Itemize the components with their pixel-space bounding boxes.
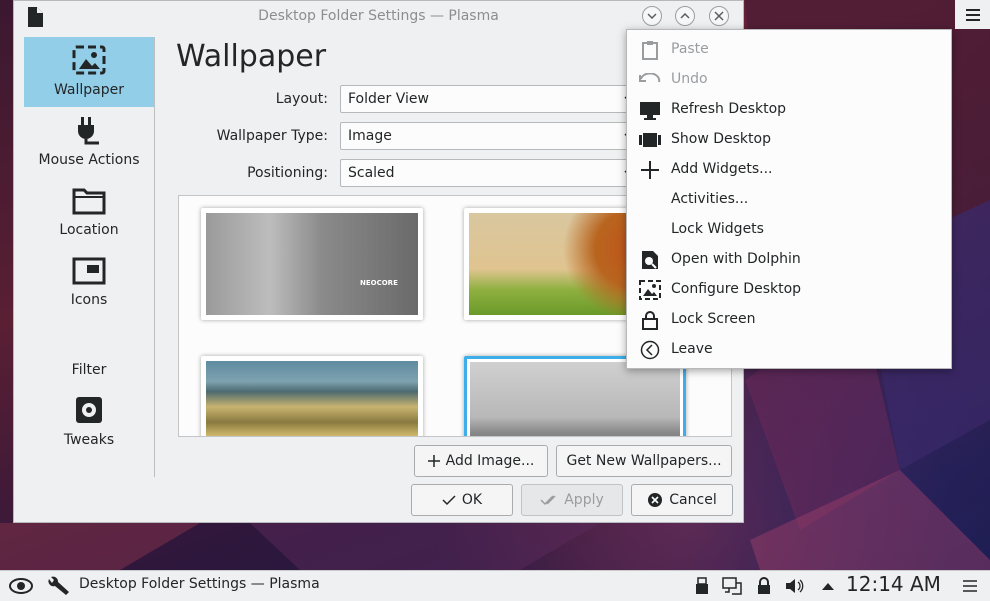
menu-item-label: Undo xyxy=(671,71,708,87)
menu-item-lock-screen[interactable]: Lock Screen xyxy=(627,305,951,335)
menu-item-open-with-dolphin[interactable]: Open with Dolphin xyxy=(627,245,951,275)
layout-select[interactable]: Folder View xyxy=(340,85,640,113)
select-value: Image xyxy=(348,128,392,144)
thumbnail-caption: NEOCORE xyxy=(360,279,398,287)
monitor-icon xyxy=(639,100,661,120)
menu-item-leave[interactable]: Leave xyxy=(627,335,951,365)
layout-label: Layout: xyxy=(275,91,328,107)
chevron-down-icon xyxy=(647,13,657,19)
dolphin-search-icon xyxy=(639,250,661,270)
menu-item-label: Add Widgets... xyxy=(671,161,773,177)
menu-item-show-desktop[interactable]: Show Desktop xyxy=(627,125,951,155)
desktop-context-menu: Paste Undo Refresh Desktop Show Desktop … xyxy=(626,29,952,369)
ok-button[interactable]: OK xyxy=(411,484,513,516)
double-check-icon xyxy=(540,495,556,506)
check-icon xyxy=(442,495,456,506)
taskbar: Desktop Folder Settings — Plasma 12:14 A… xyxy=(0,570,990,601)
wallpaper-thumbnail[interactable] xyxy=(201,356,423,436)
usb-device-icon[interactable] xyxy=(692,576,712,596)
select-value: Scaled xyxy=(348,165,395,181)
close-icon xyxy=(714,11,724,21)
sidebar-item-label: Tweaks xyxy=(63,432,115,448)
menu-item-lock-widgets[interactable]: Lock Widgets xyxy=(627,215,951,245)
wallpaper-type-label: Wallpaper Type: xyxy=(216,128,328,144)
ok-label: OK xyxy=(461,492,483,508)
menu-item-paste[interactable]: Paste xyxy=(627,35,951,65)
menu-item-label: Activities... xyxy=(671,191,749,207)
cancel-icon xyxy=(648,493,663,507)
menu-item-activities[interactable]: Activities... xyxy=(627,185,951,215)
app-launcher-button[interactable] xyxy=(8,576,34,596)
tray-expand-icon[interactable] xyxy=(818,576,838,596)
gear-icon xyxy=(76,397,102,423)
volume-icon[interactable] xyxy=(785,576,805,596)
network-icon[interactable] xyxy=(722,576,742,596)
get-new-wallpapers-label: Get New Wallpapers... xyxy=(566,453,722,469)
menu-item-label: Lock Widgets xyxy=(671,221,764,237)
page-title: Wallpaper xyxy=(176,39,327,74)
mouse-plug-icon xyxy=(78,117,99,145)
sidebar-item-icons[interactable]: Icons xyxy=(24,247,154,317)
close-button[interactable] xyxy=(709,6,729,26)
menu-item-add-widgets[interactable]: Add Widgets... xyxy=(627,155,951,185)
plus-icon xyxy=(427,455,440,467)
sidebar-item-label: Location xyxy=(59,222,119,238)
apply-button[interactable]: Apply xyxy=(521,484,623,516)
wallpaper-type-select[interactable]: Image xyxy=(340,122,640,150)
select-value: Folder View xyxy=(348,91,429,107)
menu-item-undo[interactable]: Undo xyxy=(627,65,951,95)
maximize-button[interactable] xyxy=(675,6,695,26)
clipboard-icon xyxy=(639,40,661,60)
menu-item-label: Configure Desktop xyxy=(671,281,802,297)
lock-icon xyxy=(639,310,661,330)
panel-menu-button[interactable] xyxy=(960,576,980,596)
sidebar-item-location[interactable]: Location xyxy=(24,177,154,247)
plus-icon xyxy=(639,160,661,180)
task-button-settings[interactable] xyxy=(44,576,74,596)
positioning-select[interactable]: Scaled xyxy=(340,159,640,187)
show-desktop-icon xyxy=(639,130,661,150)
menu-item-label: Paste xyxy=(671,41,709,57)
task-label[interactable]: Desktop Folder Settings — Plasma xyxy=(79,576,320,592)
leave-icon xyxy=(639,340,661,360)
sidebar-item-filter[interactable]: Filter xyxy=(24,317,154,387)
get-new-wallpapers-button[interactable]: Get New Wallpapers... xyxy=(556,445,732,477)
configure-desktop-icon xyxy=(639,280,661,300)
add-image-button[interactable]: Add Image... xyxy=(414,445,548,477)
sidebar-item-tweaks[interactable]: Tweaks xyxy=(24,387,154,457)
menu-item-label: Show Desktop xyxy=(671,131,771,147)
menu-item-label: Leave xyxy=(671,341,713,357)
wrench-icon xyxy=(48,576,69,595)
positioning-label: Positioning: xyxy=(247,165,328,181)
apply-label: Apply xyxy=(564,492,604,508)
hamburger-menu-icon xyxy=(965,8,980,21)
menu-item-refresh-desktop[interactable]: Refresh Desktop xyxy=(627,95,951,125)
chevron-up-icon xyxy=(680,13,690,19)
menu-item-configure-desktop[interactable]: Configure Desktop xyxy=(627,275,951,305)
sidebar-item-label: Icons xyxy=(70,292,108,308)
menu-item-label: Lock Screen xyxy=(671,311,756,327)
add-image-label: Add Image... xyxy=(445,453,535,469)
sidebar-item-label: Filter xyxy=(71,362,107,378)
cancel-label: Cancel xyxy=(669,492,717,508)
wallpaper-thumbnail[interactable]: NEOCORE xyxy=(201,208,423,320)
hamburger-menu-icon xyxy=(963,580,977,592)
cancel-button[interactable]: Cancel xyxy=(631,484,733,516)
undo-icon xyxy=(639,70,661,90)
window-titlebar[interactable]: Desktop Folder Settings — Plasma xyxy=(14,1,743,32)
launcher-icon xyxy=(9,578,33,594)
folder-icon xyxy=(72,188,106,215)
window-title: Desktop Folder Settings — Plasma xyxy=(258,8,499,24)
icons-window-icon xyxy=(72,257,106,285)
lock-screen-icon[interactable] xyxy=(754,576,774,596)
menu-item-label: Refresh Desktop xyxy=(671,101,787,117)
thumbnail-image xyxy=(470,362,680,436)
wallpaper-icon xyxy=(72,45,106,75)
menu-item-label: Open with Dolphin xyxy=(671,251,801,267)
desktop-toolbox-button[interactable] xyxy=(955,0,990,29)
thumbnail-image: NEOCORE xyxy=(206,213,418,315)
clock[interactable]: 12:14 AM xyxy=(846,572,941,596)
thumbnail-image xyxy=(206,361,418,436)
minimize-button[interactable] xyxy=(642,6,662,26)
